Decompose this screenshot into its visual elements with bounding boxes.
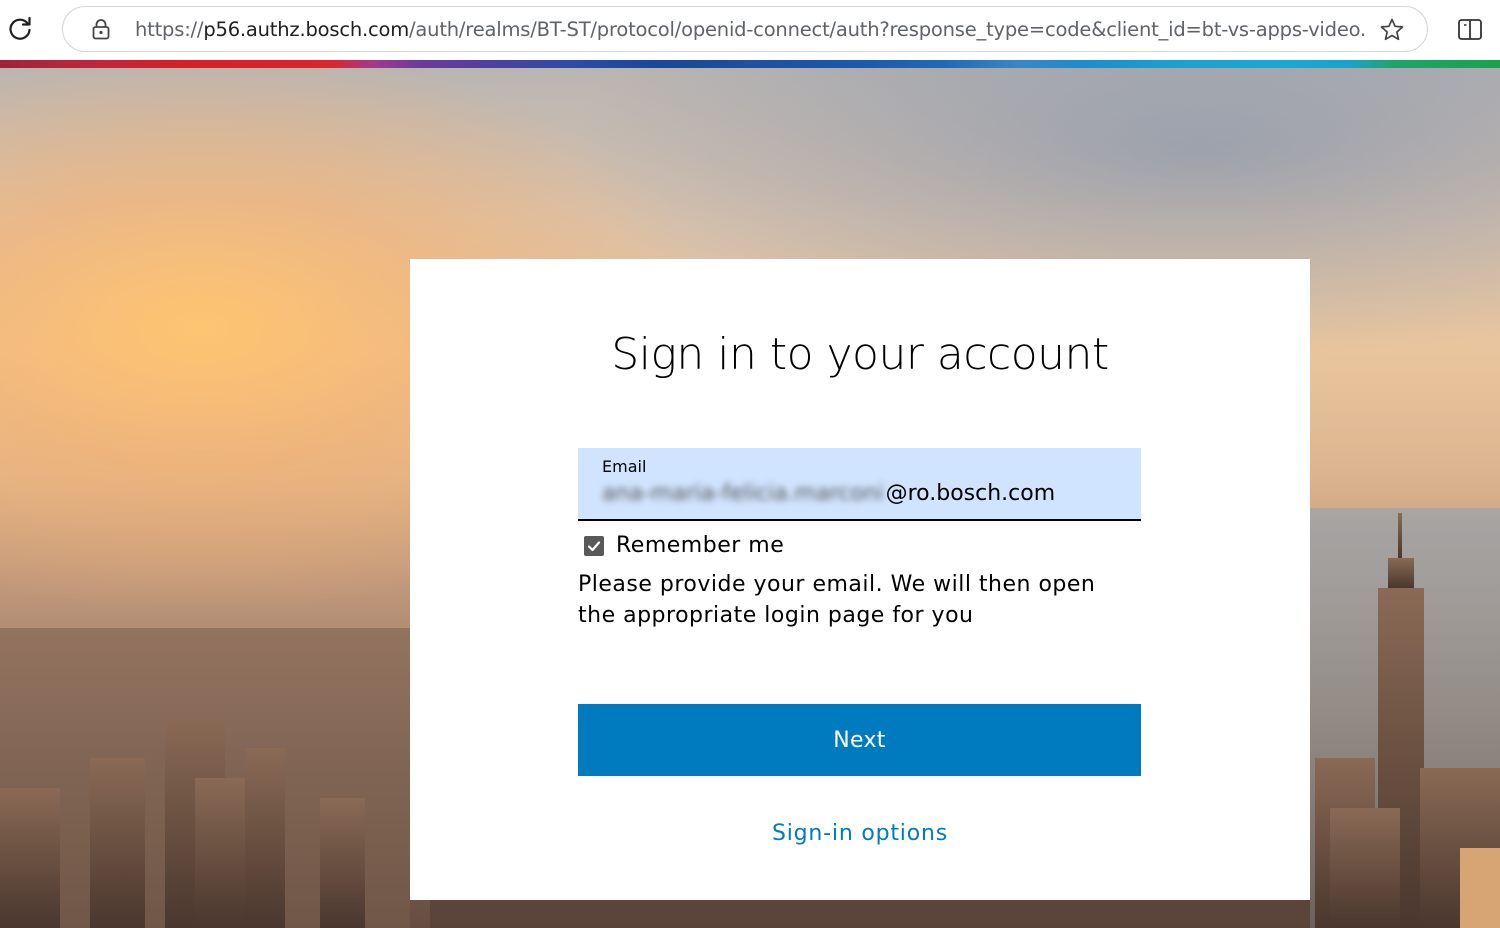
split-screen-icon[interactable] xyxy=(1456,16,1484,44)
remember-me-checkbox[interactable] xyxy=(584,536,604,556)
email-domain: @ro.bosch.com xyxy=(885,480,1056,506)
url-host: p56.authz.bosch.com xyxy=(203,18,410,41)
next-button[interactable]: Next xyxy=(578,704,1141,776)
url-text[interactable]: https://p56.authz.bosch.com/auth/realms/… xyxy=(135,17,1365,43)
login-card: Sign in to your account Email ana-maria-… xyxy=(410,259,1310,900)
checkmark-icon xyxy=(587,541,601,552)
signin-options-link[interactable]: Sign-in options xyxy=(410,821,1310,846)
address-bar[interactable]: https://p56.authz.bosch.com/auth/realms/… xyxy=(62,6,1428,52)
reload-button[interactable] xyxy=(4,12,36,44)
help-text: Please provide your email. We will then … xyxy=(578,572,1096,628)
reload-icon xyxy=(9,16,31,40)
email-label: Email xyxy=(602,457,647,476)
brand-supergraphic-stripe xyxy=(0,60,1500,68)
lock-icon[interactable] xyxy=(91,18,111,40)
url-prefix: https:// xyxy=(135,18,204,41)
star-icon[interactable] xyxy=(1379,17,1405,43)
email-value[interactable]: ana-maria-felicia.marconi @ro.bosch.com xyxy=(602,478,1055,508)
email-field[interactable]: Email ana-maria-felicia.marconi @ro.bosc… xyxy=(578,448,1141,521)
email-local-part-redacted: ana-maria-felicia.marconi xyxy=(602,480,884,506)
url-path: /auth/realms/BT-ST/protocol/openid-conne… xyxy=(409,18,1365,41)
page-title: Sign in to your account xyxy=(611,329,1109,380)
browser-toolbar: https://p56.authz.bosch.com/auth/realms/… xyxy=(0,0,1500,60)
remember-me-label[interactable]: Remember me xyxy=(616,533,784,558)
